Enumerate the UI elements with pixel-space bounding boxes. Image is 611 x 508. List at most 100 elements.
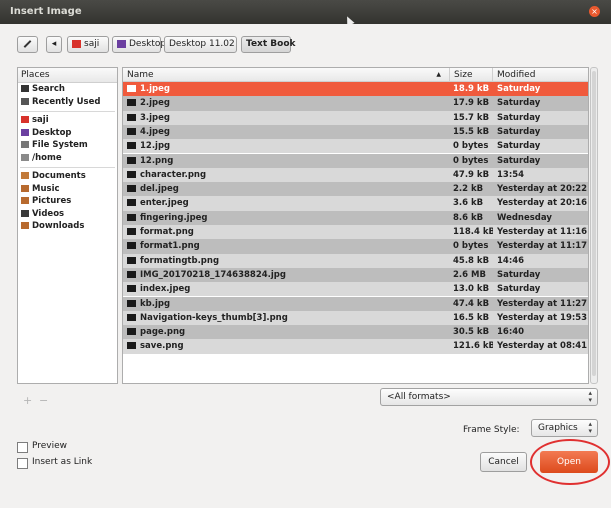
sidebar-item-label: /home (32, 152, 62, 163)
file-modified-cell: Saturday (497, 269, 541, 280)
breadcrumb-saji[interactable]: saji (67, 36, 109, 53)
sidebar-item-label: Documents (32, 171, 86, 181)
file-size-cell: 47.9 kB (453, 169, 490, 180)
image-file-icon (127, 85, 136, 92)
file-modified-cell: Yesterday at 20:16 (497, 198, 587, 209)
home-folder-icon (21, 116, 29, 123)
path-back-button[interactable]: ◂ (46, 36, 62, 53)
title-bar: Insert Image × (0, 0, 611, 27)
file-row[interactable]: del.jpeg 2.2 kB Yesterday at 20:22 (123, 182, 588, 197)
places-header[interactable]: Places (18, 68, 117, 83)
file-name-cell: character.png (125, 168, 447, 182)
file-name-cell: kb.jpg (125, 297, 447, 311)
sidebar-item-file-system[interactable]: File System (18, 139, 117, 152)
sidebar-item-search[interactable]: Search (18, 83, 117, 96)
file-row[interactable]: 12.jpg 0 bytes Saturday (123, 139, 588, 154)
file-type-filter-value: <All formats> (387, 392, 451, 402)
frame-style-select[interactable]: Graphics ▴ ▾ (531, 419, 598, 437)
file-size-cell: 0 bytes (453, 155, 489, 166)
sidebar-item-home[interactable]: /home (18, 152, 117, 165)
home-folder-icon (72, 39, 81, 48)
file-name-cell: format.png (125, 225, 447, 239)
file-name-cell: page.png (125, 325, 447, 339)
insert-as-link-checkbox[interactable] (17, 458, 28, 469)
file-modified-cell: Yesterday at 11:17 (497, 241, 587, 252)
breadcrumb-desktop-11-02[interactable]: Desktop 11.02 (164, 36, 237, 53)
file-row[interactable]: save.png 121.6 kB Yesterday at 08:41 (123, 339, 588, 354)
file-row[interactable]: IMG_20170218_174638824.jpg 2.6 MB Saturday (123, 267, 588, 283)
sidebar-item-saji[interactable]: saji (18, 114, 117, 127)
videos-folder-icon (21, 209, 29, 217)
column-header-name[interactable]: Name ▲ (123, 68, 450, 82)
documents-folder-icon (21, 172, 29, 179)
drive-icon (21, 141, 29, 148)
sidebar-item-music[interactable]: Music (18, 183, 117, 196)
file-row[interactable]: format1.png 0 bytes Yesterday at 11:17 (123, 239, 588, 254)
file-name: 3.jpeg (140, 112, 170, 123)
image-file-icon (127, 256, 136, 264)
file-size-cell: 13.0 kB (453, 284, 490, 295)
cancel-button[interactable]: Cancel (480, 452, 527, 472)
file-row[interactable]: 12.png 0 bytes Saturday (123, 153, 588, 168)
breadcrumb-label: saji (84, 39, 100, 49)
file-row[interactable]: 1.jpeg 18.9 kB Saturday (123, 82, 588, 97)
preview-checkbox[interactable] (17, 442, 28, 453)
file-name-cell: 12.png (125, 154, 447, 168)
breadcrumb-text-book[interactable]: Text Book (241, 36, 296, 53)
frame-style-value: Graphics (538, 423, 578, 433)
sidebar-item-pictures[interactable]: Pictures (18, 195, 117, 208)
frame-style-label: Frame Style: (463, 425, 520, 435)
sort-ascending-icon: ▲ (436, 71, 441, 78)
file-row[interactable]: page.png 30.5 kB 16:40 (123, 325, 588, 340)
sidebar-item-recently-used[interactable]: Recently Used (18, 96, 117, 109)
file-row[interactable]: 2.jpeg 17.9 kB Saturday (123, 96, 588, 111)
sidebar-item-label: saji (32, 115, 49, 125)
file-name: format1.png (140, 241, 200, 252)
file-modified-cell: Wednesday (497, 212, 552, 223)
close-button[interactable]: × (589, 6, 600, 17)
remove-bookmark-button[interactable]: − (39, 394, 48, 407)
sidebar-item-label: Pictures (32, 196, 72, 206)
clock-icon (21, 97, 29, 105)
sidebar-item-desktop[interactable]: Desktop (18, 127, 117, 140)
file-row[interactable]: formatingtb.png 45.8 kB 14:46 (123, 253, 588, 268)
column-header-modified[interactable]: Modified (493, 68, 588, 82)
file-row[interactable]: 3.jpeg 15.7 kB Saturday (123, 110, 588, 125)
file-row[interactable]: format.png 118.4 kB Yesterday at 11:16 (123, 225, 588, 240)
file-list: Name ▲ Size Modified 1.jpeg 18.9 kB Saturd… (122, 67, 589, 384)
file-modified-cell: Saturday (497, 284, 541, 295)
file-modified-cell: Yesterday at 11:27 (497, 298, 587, 309)
file-list-scrollbar[interactable] (590, 67, 598, 384)
column-header-size[interactable]: Size (450, 68, 493, 82)
file-row[interactable]: index.jpeg 13.0 kB Saturday (123, 282, 588, 297)
file-size-cell: 3.6 kB (453, 198, 484, 209)
annotation-highlight-ring (530, 439, 610, 485)
file-modified-cell: Saturday (497, 112, 541, 123)
sidebar-item-videos[interactable]: Videos (18, 208, 117, 221)
file-size-cell: 118.4 kB (453, 227, 493, 237)
file-row[interactable]: kb.jpg 47.4 kB Yesterday at 11:27 (123, 296, 588, 311)
file-name-cell: formatingtb.png (125, 254, 447, 268)
file-modified-cell: Saturday (497, 141, 541, 152)
file-row[interactable]: 4.jpeg 15.5 kB Saturday (123, 124, 588, 140)
file-size-cell: 121.6 kB (453, 341, 493, 352)
file-modified-cell: 16:40 (497, 327, 525, 338)
file-name: del.jpeg (140, 184, 179, 195)
sidebar-item-label: File System (32, 140, 88, 150)
file-row[interactable]: enter.jpeg 3.6 kB Yesterday at 20:16 (123, 196, 588, 211)
scrollbar-thumb[interactable] (592, 71, 596, 376)
sidebar-item-downloads[interactable]: Downloads (18, 220, 117, 233)
file-row[interactable]: character.png 47.9 kB 13:54 (123, 167, 588, 183)
breadcrumb-desktop[interactable]: Desktop (112, 36, 166, 53)
file-row[interactable]: fingering.jpeg 8.6 kB Wednesday (123, 210, 588, 225)
sidebar-item-documents[interactable]: Documents (18, 170, 117, 183)
column-size-label: Size (454, 70, 473, 80)
preview-label: Preview (32, 441, 68, 451)
file-modified-cell: Yesterday at 11:16 (497, 227, 587, 237)
file-name-cell: 12.jpg (125, 139, 447, 153)
location-edit-button[interactable] (17, 36, 38, 53)
add-bookmark-button[interactable]: + (23, 394, 32, 407)
file-type-filter[interactable]: <All formats> ▴ ▾ (380, 388, 598, 406)
file-name: 4.jpeg (140, 126, 170, 137)
file-row[interactable]: Navigation-keys_thumb[3].png 16.5 kB Yeste… (123, 310, 588, 326)
